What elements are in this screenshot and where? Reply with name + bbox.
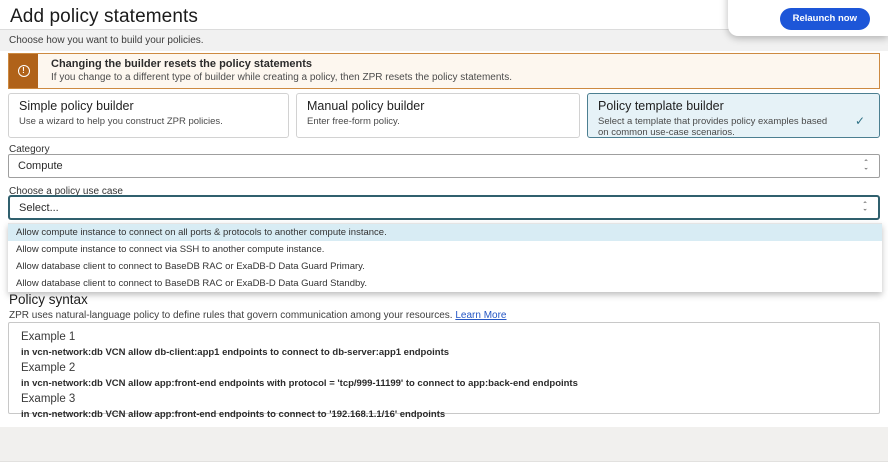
example-code: in vcn-network:db VCN allow app:front-en…: [21, 409, 867, 420]
category-selected-value: Compute: [18, 160, 63, 172]
card-description: Enter free-form policy.: [307, 116, 569, 127]
card-policy-template-builder[interactable]: Policy template builder Select a templat…: [587, 93, 880, 138]
card-simple-policy-builder[interactable]: Simple policy builder Use a wizard to he…: [8, 93, 289, 138]
checkmark-icon: ✓: [855, 114, 865, 128]
footer-band: [0, 427, 888, 462]
warning-title: Changing the builder resets the policy s…: [51, 58, 512, 70]
category-select[interactable]: Compute ⌃⌄: [8, 154, 880, 178]
page-title: Add policy statements: [10, 6, 198, 28]
policy-syntax-heading: Policy syntax: [9, 292, 88, 307]
card-description: Select a template that provides policy e…: [598, 116, 838, 139]
chevron-updown-icon: ⌃⌄: [862, 203, 868, 212]
use-case-option[interactable]: Allow database client to connect to Base…: [8, 258, 882, 275]
card-title: Manual policy builder: [307, 99, 569, 113]
card-manual-policy-builder[interactable]: Manual policy builder Enter free-form po…: [296, 93, 580, 138]
card-title: Policy template builder: [598, 99, 869, 113]
relaunch-now-button[interactable]: Relaunch now: [780, 8, 870, 30]
use-case-options-list: Allow compute instance to connect on all…: [8, 223, 882, 292]
use-case-option[interactable]: Allow compute instance to connect via SS…: [8, 241, 882, 258]
example-label: Example 2: [21, 362, 867, 374]
relaunch-toast: Relaunch now: [728, 0, 888, 36]
example-label: Example 3: [21, 393, 867, 405]
use-case-option[interactable]: Allow database client to connect to Base…: [8, 275, 882, 292]
warning-banner: ! Changing the builder resets the policy…: [8, 53, 880, 89]
card-title: Simple policy builder: [19, 99, 278, 113]
example-label: Example 1: [21, 331, 867, 343]
use-case-option[interactable]: Allow compute instance to connect on all…: [8, 224, 882, 241]
example-code: in vcn-network:db VCN allow db-client:ap…: [21, 347, 867, 358]
card-description: Use a wizard to help you construct ZPR p…: [19, 116, 278, 127]
example-code: in vcn-network:db VCN allow app:front-en…: [21, 378, 867, 389]
warning-message: If you change to a different type of bui…: [51, 72, 512, 83]
warning-accent-block: !: [9, 54, 38, 88]
warning-icon: !: [18, 65, 30, 77]
chevron-updown-icon: ⌃⌄: [863, 162, 869, 171]
learn-more-link[interactable]: Learn More: [455, 310, 506, 321]
policy-syntax-description-text: ZPR uses natural-language policy to defi…: [9, 310, 453, 321]
use-case-select[interactable]: Select... ⌃⌄: [8, 195, 880, 220]
use-case-selected-value: Select...: [19, 202, 59, 214]
policy-examples-box: Example 1 in vcn-network:db VCN allow db…: [8, 322, 880, 414]
policy-syntax-description: ZPR uses natural-language policy to defi…: [9, 310, 507, 321]
